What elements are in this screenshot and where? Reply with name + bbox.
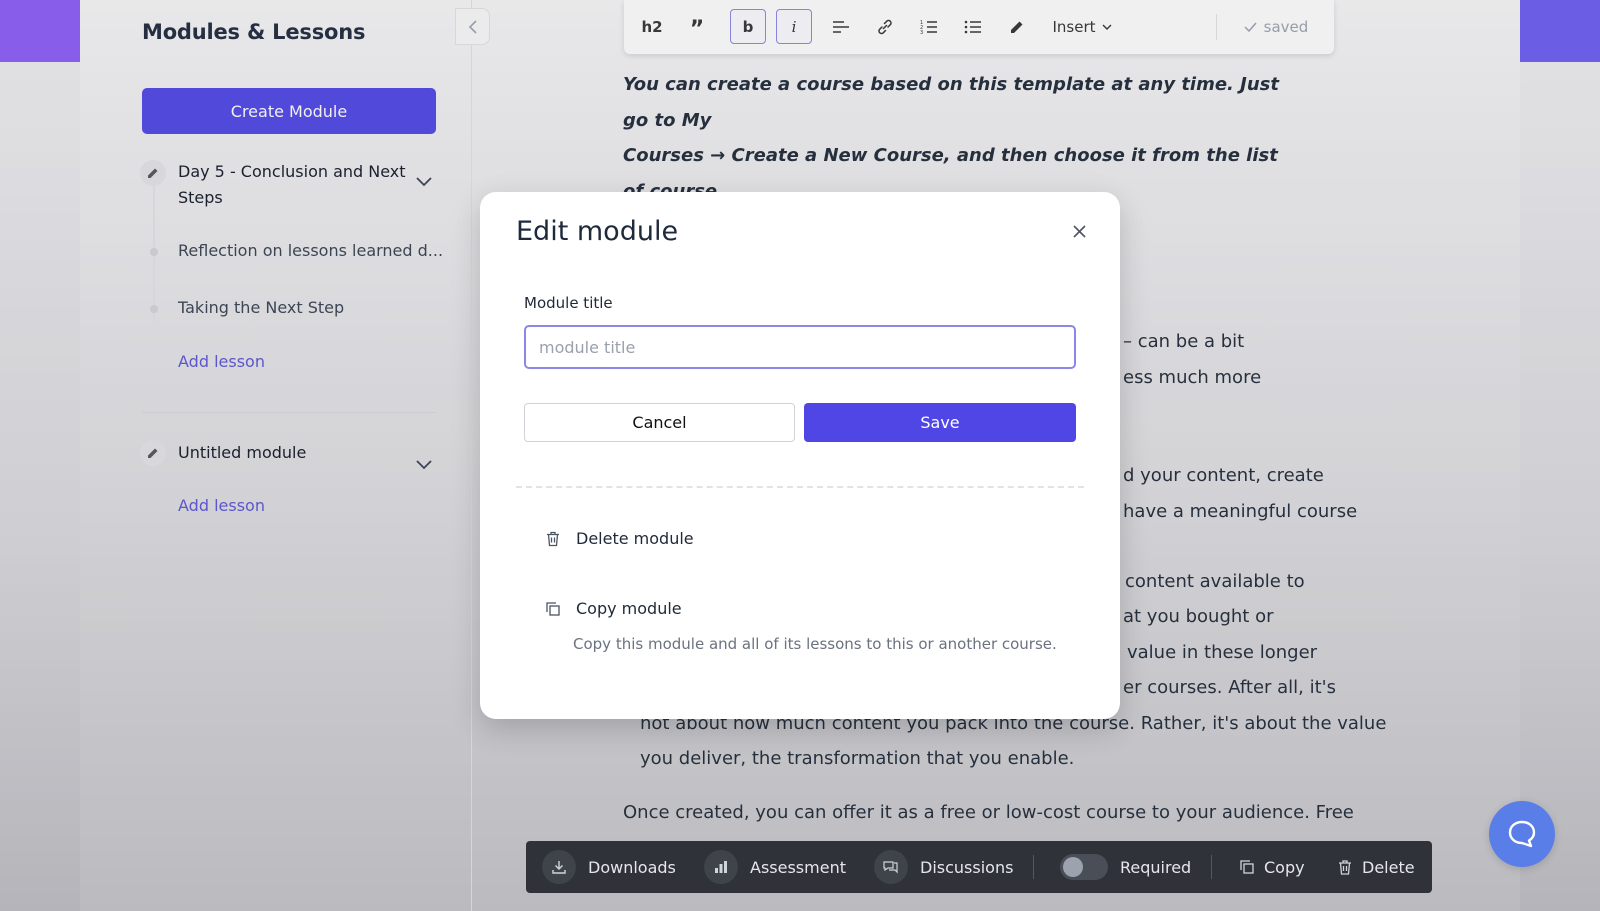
bar-chart-icon (715, 861, 727, 873)
copy-module-label: Copy module (576, 599, 682, 618)
edit-module-dialog: Edit module Module title Cancel Save Del… (480, 192, 1120, 719)
trash-icon (547, 531, 559, 546)
dialog-divider (516, 486, 1084, 488)
delete-button[interactable]: Delete (1338, 841, 1415, 893)
chat-bubble-icon (1508, 820, 1536, 848)
bar-divider (1211, 855, 1212, 879)
toggle-knob (1063, 857, 1083, 877)
discussions-button[interactable]: Discussions (874, 841, 1013, 893)
discussions-label: Discussions (920, 857, 1014, 877)
copy-module-description: Copy this module and all of its lessons … (573, 635, 1057, 653)
dialog-title: Edit module (516, 216, 679, 247)
trash-icon (1339, 859, 1351, 875)
copy-icon (1240, 860, 1254, 874)
chat-icon (883, 861, 898, 874)
bar-divider (1033, 855, 1034, 879)
module-title-label: Module title (524, 294, 613, 312)
delete-module-action[interactable]: Delete module (544, 529, 694, 548)
required-toggle[interactable]: Required (1060, 841, 1191, 893)
close-dialog-button[interactable] (1066, 218, 1092, 244)
required-label: Required (1120, 857, 1192, 877)
downloads-label: Downloads (588, 857, 676, 877)
close-icon (1072, 224, 1086, 238)
assessment-button[interactable]: Assessment (704, 841, 846, 893)
download-icon (552, 861, 566, 874)
copy-button[interactable]: Copy (1240, 841, 1305, 893)
cancel-button[interactable]: Cancel (524, 403, 795, 442)
assessment-label: Assessment (750, 857, 846, 877)
help-chat-button[interactable] (1489, 801, 1555, 867)
copy-label: Copy (1264, 857, 1305, 877)
delete-label: Delete (1362, 857, 1415, 877)
delete-module-label: Delete module (576, 529, 694, 548)
copy-icon (546, 601, 560, 616)
module-title-input[interactable] (524, 325, 1076, 369)
save-button[interactable]: Save (804, 403, 1076, 442)
lesson-action-bar: Downloads Assessment Discussions Require… (526, 841, 1432, 893)
copy-module-action[interactable]: Copy module (544, 599, 682, 618)
toggle-switch[interactable] (1060, 854, 1108, 880)
downloads-button[interactable]: Downloads (542, 841, 676, 893)
